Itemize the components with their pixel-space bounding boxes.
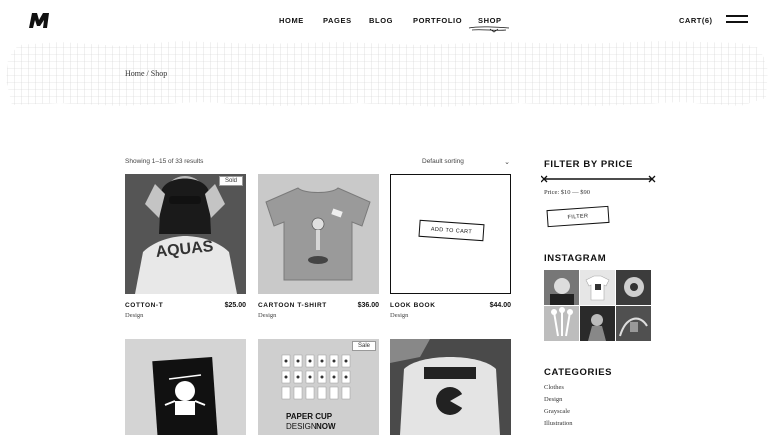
sorting-select[interactable]: Default sorting ⌄ bbox=[422, 158, 512, 166]
product-image[interactable] bbox=[125, 339, 246, 435]
nav-blog[interactable]: BLOG bbox=[369, 16, 393, 25]
product-price: $36.00 bbox=[357, 302, 379, 309]
product-card[interactable]: ADD TO CART LOOK BOOK $44.00 Design bbox=[390, 174, 511, 319]
main-nav: HOME PAGES BLOG PORTFOLIO SHOP bbox=[0, 16, 776, 28]
product-image[interactable] bbox=[390, 339, 511, 435]
category-link-grayscale[interactable]: Grayscale bbox=[544, 408, 570, 415]
instagram-thumbnail[interactable] bbox=[616, 306, 651, 341]
product-image[interactable] bbox=[258, 174, 379, 294]
product-image[interactable]: PAPER CUP DESIGN NOW Sale bbox=[258, 339, 379, 435]
grid-banner-background bbox=[6, 41, 768, 107]
product-price: $25.00 bbox=[224, 302, 246, 309]
product-name[interactable]: LOOK BOOK bbox=[390, 302, 435, 309]
add-to-cart-button[interactable]: ADD TO CART bbox=[418, 219, 485, 242]
product-category[interactable]: Design bbox=[125, 312, 143, 319]
category-link-clothes[interactable]: Clothes bbox=[544, 384, 564, 391]
product-card[interactable]: PAPER CUP DESIGN NOW Sale bbox=[258, 339, 379, 435]
poster-text-line2a: DESIGN bbox=[286, 422, 317, 431]
product-category[interactable]: Design bbox=[390, 312, 408, 319]
instagram-thumbnail[interactable] bbox=[616, 270, 651, 305]
price-range-slider[interactable] bbox=[541, 174, 656, 184]
product-image[interactable]: AQUAS Sold bbox=[125, 174, 246, 294]
product-price: $44.00 bbox=[489, 302, 511, 309]
nav-pages[interactable]: PAGES bbox=[323, 16, 352, 25]
sale-badge: Sale bbox=[351, 341, 376, 351]
product-name[interactable]: COTTON-T bbox=[125, 302, 163, 309]
hamburger-menu-icon[interactable] bbox=[726, 15, 748, 25]
poster-text-line2b: NOW bbox=[316, 422, 336, 431]
product-card[interactable]: CARTOON T-SHIRT $36.00 Design bbox=[258, 174, 379, 319]
instagram-thumbnail[interactable] bbox=[580, 270, 615, 305]
categories-title: CATEGORIES bbox=[544, 367, 613, 378]
product-card[interactable] bbox=[125, 339, 246, 435]
nav-portfolio[interactable]: PORTFOLIO bbox=[413, 16, 462, 25]
active-nav-scribble-icon bbox=[468, 26, 510, 33]
filter-by-price-title: FILTER BY PRICE bbox=[544, 159, 633, 170]
cart-link[interactable]: CART(6) bbox=[679, 16, 713, 25]
sorting-value: Default sorting bbox=[422, 158, 464, 165]
nav-home[interactable]: HOME bbox=[279, 16, 304, 25]
results-count: Showing 1–15 of 33 results bbox=[125, 158, 204, 165]
product-category[interactable]: Design bbox=[258, 312, 276, 319]
instagram-thumbnail[interactable] bbox=[580, 306, 615, 341]
sold-badge: Sold bbox=[218, 176, 243, 186]
breadcrumb[interactable]: Home / Shop bbox=[125, 69, 167, 78]
product-card[interactable] bbox=[390, 339, 511, 435]
instagram-thumbnail[interactable] bbox=[544, 270, 579, 305]
nav-shop[interactable]: SHOP bbox=[478, 16, 502, 25]
instagram-title: INSTAGRAM bbox=[544, 253, 607, 264]
price-range-label: Price: $10 — $90 bbox=[544, 189, 591, 196]
poster-text-line1: PAPER CUP bbox=[286, 412, 333, 421]
chevron-down-icon: ⌄ bbox=[504, 159, 510, 166]
category-link-design[interactable]: Design bbox=[544, 396, 562, 403]
instagram-thumbnail[interactable] bbox=[544, 306, 579, 341]
product-card[interactable]: AQUAS Sold COTTON-T $25.00 Design bbox=[125, 174, 246, 319]
product-image[interactable]: ADD TO CART bbox=[390, 174, 511, 294]
category-link-illustration[interactable]: Illustration bbox=[544, 420, 573, 427]
product-name[interactable]: CARTOON T-SHIRT bbox=[258, 302, 327, 309]
filter-button[interactable]: FILTER bbox=[546, 205, 610, 228]
